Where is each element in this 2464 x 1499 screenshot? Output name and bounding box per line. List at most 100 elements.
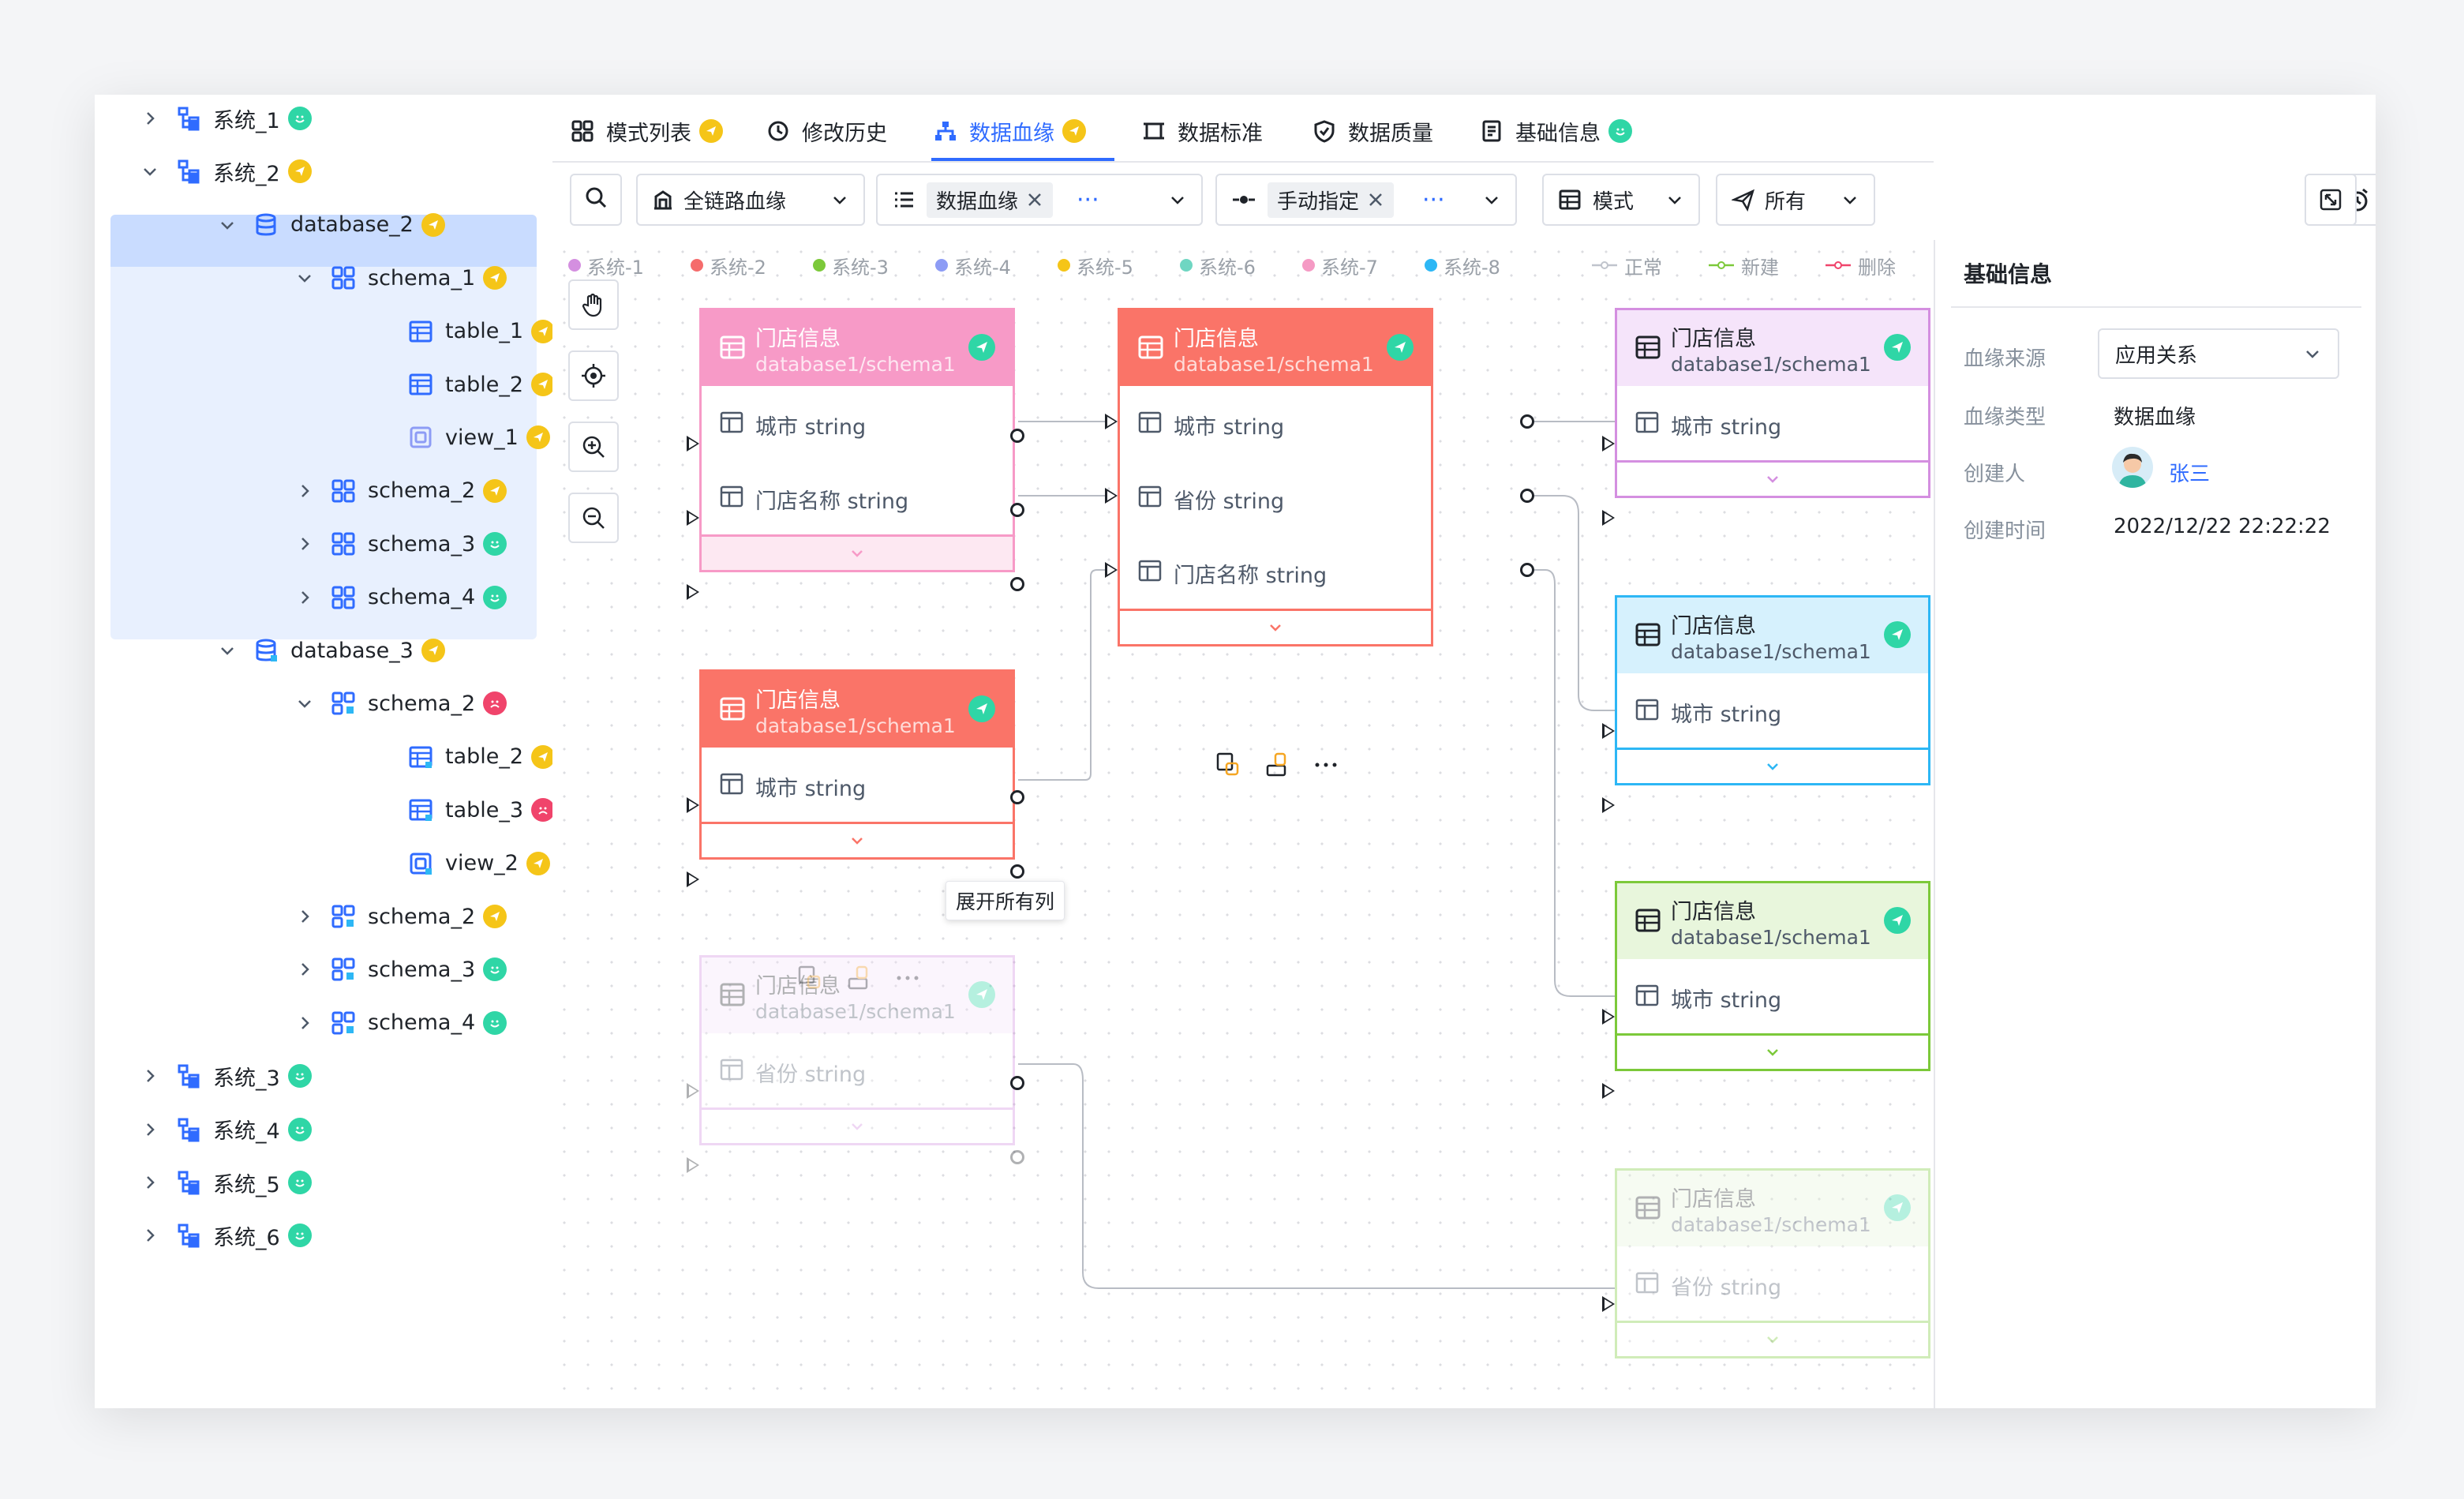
legend-item[interactable]: 系统-3 bbox=[813, 249, 889, 281]
output-port-icon[interactable] bbox=[1010, 790, 1024, 804]
chevron-right-icon[interactable] bbox=[294, 533, 316, 555]
expand-columns-button[interactable] bbox=[1617, 460, 1928, 496]
chevron-down-icon[interactable] bbox=[294, 692, 316, 714]
expand-columns-button[interactable] bbox=[1617, 748, 1928, 783]
expand-columns-button[interactable] bbox=[702, 822, 1013, 857]
node-field[interactable]: 省份 string bbox=[1120, 460, 1431, 534]
tree-item[interactable]: 系统_1 bbox=[139, 95, 312, 144]
chevron-right-icon[interactable] bbox=[294, 1012, 316, 1034]
output-port-icon[interactable] bbox=[1010, 1150, 1024, 1164]
tree-item[interactable]: view_2 bbox=[371, 838, 550, 890]
lineage-node[interactable]: 门店信息 database1/schema1 城市 string bbox=[699, 669, 1015, 860]
input-port-icon[interactable] bbox=[1105, 488, 1118, 504]
tree-item[interactable]: schema_2 bbox=[294, 890, 507, 942]
tree-item[interactable]: schema_2 bbox=[294, 465, 507, 517]
chevron-down-icon[interactable] bbox=[216, 214, 238, 236]
tree-item[interactable]: 系统_2 bbox=[139, 145, 312, 197]
node-field[interactable]: 省份 string bbox=[1617, 1246, 1928, 1321]
tree-item[interactable]: schema_4 bbox=[294, 997, 507, 1049]
input-port-icon[interactable] bbox=[1602, 1083, 1615, 1099]
legend-item[interactable]: 系统-6 bbox=[1180, 249, 1256, 281]
chevron-right-icon[interactable] bbox=[139, 1171, 161, 1194]
expand-columns-button[interactable] bbox=[1617, 1033, 1928, 1069]
output-port-icon[interactable] bbox=[1010, 1076, 1024, 1090]
chevron-right-icon[interactable] bbox=[139, 1119, 161, 1141]
tree-item[interactable]: schema_2 bbox=[294, 677, 507, 729]
lineage-node[interactable]: 门店信息 database1/schema1 省份 string bbox=[1615, 1168, 1930, 1358]
node-field[interactable]: 城市 string bbox=[1617, 673, 1928, 748]
legend-item[interactable]: 系统-4 bbox=[935, 249, 1011, 281]
node-field[interactable]: 省份 string bbox=[702, 1033, 1013, 1107]
tree-item[interactable]: 系统_3 bbox=[139, 1050, 312, 1102]
tree-item[interactable]: schema_4 bbox=[294, 571, 507, 624]
node-field[interactable]: 城市 string bbox=[702, 386, 1013, 460]
input-port-icon[interactable] bbox=[1602, 723, 1615, 739]
node-field[interactable]: 城市 string bbox=[702, 748, 1013, 822]
user-copy-icon[interactable] bbox=[1264, 751, 1291, 778]
lineage-node[interactable]: 门店信息 database1/schema1 城市 string bbox=[1615, 881, 1930, 1071]
tree-item[interactable]: table_3 bbox=[371, 784, 556, 836]
source-select[interactable]: 应用关系 bbox=[2098, 328, 2339, 379]
expand-columns-button[interactable] bbox=[702, 534, 1013, 570]
more-icon[interactable] bbox=[895, 974, 920, 982]
legend-item[interactable]: 系统-2 bbox=[691, 249, 766, 281]
input-port-icon[interactable] bbox=[1105, 414, 1118, 429]
tree-item[interactable]: schema_3 bbox=[294, 518, 507, 570]
output-port-icon[interactable] bbox=[1520, 563, 1534, 577]
node-field[interactable]: 城市 string bbox=[1120, 386, 1431, 460]
db-copy-icon[interactable] bbox=[1215, 751, 1242, 778]
input-port-icon[interactable] bbox=[1105, 562, 1118, 578]
tree-item[interactable]: schema_3 bbox=[294, 943, 507, 995]
output-port-icon[interactable] bbox=[1010, 577, 1024, 591]
tree-item[interactable]: 系统_6 bbox=[139, 1209, 312, 1261]
input-port-icon[interactable] bbox=[687, 436, 699, 452]
tree-item[interactable]: table_2 bbox=[371, 358, 556, 410]
tree-item[interactable]: schema_1 bbox=[294, 252, 507, 304]
db-copy-icon[interactable] bbox=[797, 965, 824, 991]
input-port-icon[interactable] bbox=[687, 510, 699, 526]
lineage-node[interactable]: 门店信息 database1/schema1 城市 string 门店名称 st… bbox=[699, 308, 1015, 572]
input-port-icon[interactable] bbox=[1602, 436, 1615, 452]
fullscreen-button[interactable] bbox=[2305, 174, 2357, 226]
more-icon[interactable] bbox=[1313, 761, 1339, 769]
output-port-icon[interactable] bbox=[1010, 429, 1024, 443]
chevron-right-icon[interactable] bbox=[294, 586, 316, 609]
legend-state-item[interactable]: 删除 bbox=[1825, 249, 1896, 281]
user-copy-icon[interactable] bbox=[846, 965, 873, 991]
lineage-node[interactable]: 门店信息 database1/schema1 城市 string bbox=[1615, 308, 1930, 498]
tree-item[interactable]: table_1 bbox=[371, 305, 556, 358]
input-port-icon[interactable] bbox=[1602, 1296, 1615, 1312]
input-port-icon[interactable] bbox=[687, 1083, 699, 1099]
tree-item[interactable]: database_2 bbox=[216, 199, 445, 251]
output-port-icon[interactable] bbox=[1520, 414, 1534, 429]
chevron-down-icon[interactable] bbox=[139, 160, 161, 182]
chevron-right-icon[interactable] bbox=[294, 958, 316, 980]
node-field[interactable]: 城市 string bbox=[1617, 959, 1928, 1033]
legend-item[interactable]: 系统-8 bbox=[1425, 249, 1500, 281]
output-port-icon[interactable] bbox=[1520, 489, 1534, 503]
tree-item[interactable]: view_1 bbox=[371, 411, 550, 463]
chevron-right-icon[interactable] bbox=[139, 1065, 161, 1087]
input-port-icon[interactable] bbox=[687, 584, 699, 600]
input-port-icon[interactable] bbox=[687, 797, 699, 813]
legend-state-item[interactable]: 新建 bbox=[1708, 249, 1779, 281]
input-port-icon[interactable] bbox=[687, 871, 699, 887]
legend-item[interactable]: 系统-5 bbox=[1058, 249, 1133, 281]
lineage-node[interactable]: 门店信息 database1/schema1 城市 string 省份 stri… bbox=[1118, 308, 1433, 646]
input-port-icon[interactable] bbox=[1602, 510, 1615, 526]
legend-item[interactable]: 系统-1 bbox=[568, 249, 644, 281]
expand-columns-button[interactable] bbox=[702, 1107, 1013, 1143]
chevron-right-icon[interactable] bbox=[294, 905, 316, 928]
chevron-right-icon[interactable] bbox=[139, 1224, 161, 1246]
tree-item[interactable]: database_3 bbox=[216, 624, 445, 676]
chevron-right-icon[interactable] bbox=[139, 107, 161, 129]
tree-item[interactable]: table_2 bbox=[371, 731, 556, 783]
chevron-down-icon[interactable] bbox=[216, 639, 238, 661]
tree-item[interactable]: 系统_4 bbox=[139, 1104, 312, 1156]
creator-link[interactable]: 张三 bbox=[2169, 458, 2210, 487]
chevron-down-icon[interactable] bbox=[294, 267, 316, 289]
node-field[interactable]: 城市 string bbox=[1617, 386, 1928, 460]
chevron-right-icon[interactable] bbox=[294, 480, 316, 502]
lineage-node[interactable]: 门店信息 database1/schema1 城市 string bbox=[1615, 595, 1930, 785]
legend-item[interactable]: 系统-7 bbox=[1302, 249, 1378, 281]
